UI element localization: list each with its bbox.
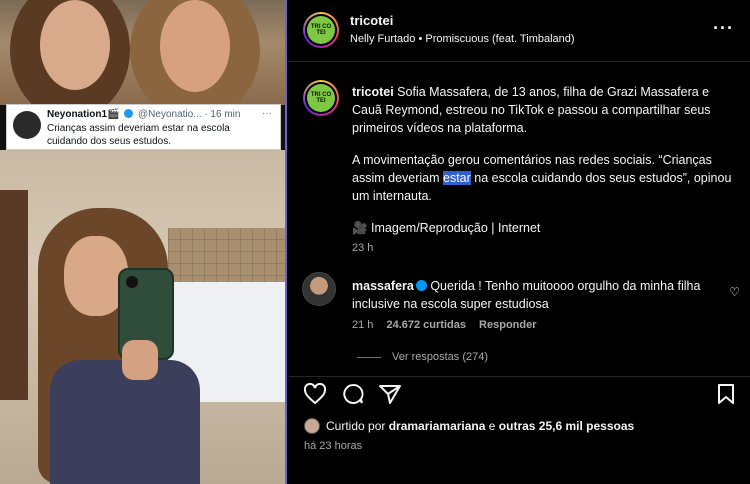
comment: massafera Querida ! Tenho muitoooo orgul… bbox=[352, 277, 722, 313]
tricotei-logo-small: TRI CO TEI bbox=[307, 84, 335, 112]
caption-time: 23 h bbox=[352, 242, 374, 254]
girl-body bbox=[50, 360, 200, 484]
replies-divider bbox=[357, 357, 381, 358]
headboard bbox=[168, 228, 285, 288]
caption-credit: Imagem/Reprodução | Internet bbox=[367, 221, 541, 235]
liked-middle: e bbox=[485, 419, 499, 433]
comment-username[interactable]: massafera bbox=[352, 279, 414, 293]
comment-like-heart-icon[interactable]: ♡ bbox=[729, 285, 740, 299]
tweet-more-icon: ··· bbox=[262, 108, 272, 119]
tweet-handle: @Neyonatio... bbox=[138, 109, 202, 120]
caption: tricotei Sofia Massafera, de 13 anos, fi… bbox=[352, 83, 738, 243]
comment-time: 21 h bbox=[352, 319, 374, 331]
top-photo bbox=[0, 0, 285, 120]
door bbox=[0, 190, 28, 400]
liked-others[interactable]: outras 25,6 mil pessoas bbox=[499, 419, 634, 433]
face-left bbox=[40, 0, 110, 90]
tweet-card: Neyonation1🎬 @Neyonatio... · 16 min ··· … bbox=[6, 104, 281, 150]
tricotei-logo: TRI CO TEI bbox=[307, 16, 335, 44]
actions-bar bbox=[289, 376, 750, 410]
caption-paragraph-1: Sofia Massafera, de 13 anos, filha de Gr… bbox=[352, 85, 711, 135]
audio-label[interactable]: Nelly Furtado • Promiscuous (feat. Timba… bbox=[350, 33, 575, 45]
posted-ago: há 23 horas bbox=[304, 440, 363, 452]
caption-avatar[interactable]: TRI CO TEI bbox=[303, 80, 339, 116]
view-replies-button[interactable]: Ver respostas (274) bbox=[392, 351, 488, 363]
tweet-text-line1: Crianças assim deveriam estar na escola bbox=[47, 123, 230, 134]
tweet-avatar bbox=[13, 111, 41, 139]
face-right bbox=[160, 0, 230, 92]
liked-prefix: Curtido por bbox=[326, 419, 389, 433]
verified-icon bbox=[124, 109, 134, 118]
tweet-header: Neyonation1🎬 @Neyonatio... · 16 min bbox=[47, 109, 240, 120]
hand bbox=[122, 340, 158, 380]
comment-icon[interactable] bbox=[341, 383, 365, 409]
caption-username[interactable]: tricotei bbox=[352, 85, 394, 99]
comment-avatar[interactable] bbox=[302, 272, 336, 306]
bookmark-icon[interactable] bbox=[716, 383, 736, 409]
verified-badge-icon bbox=[415, 280, 427, 291]
more-options-icon[interactable]: ··· bbox=[713, 18, 734, 39]
tweet-time: · 16 min bbox=[204, 109, 241, 120]
tweet-display-name: Neyonation1 bbox=[47, 109, 108, 120]
reply-button[interactable]: Responder bbox=[479, 319, 536, 331]
comment-likes[interactable]: 24.672 curtidas bbox=[386, 319, 466, 331]
clapper-emoji-icon: 🎬 bbox=[107, 109, 120, 120]
liked-by: Curtido por dramariamariana e outras 25,… bbox=[326, 419, 634, 433]
liked-by-avatar[interactable] bbox=[304, 418, 320, 434]
header-avatar[interactable]: TRI CO TEI bbox=[303, 12, 339, 48]
tweet-text: Crianças assim deveriam estar na escola … bbox=[47, 122, 230, 148]
phone-camera bbox=[126, 276, 138, 288]
share-icon[interactable] bbox=[378, 383, 402, 409]
highlighted-word: estar bbox=[443, 171, 471, 185]
post-panel: TRI CO TEI tricotei Nelly Furtado • Prom… bbox=[289, 0, 750, 484]
liked-user[interactable]: dramariamariana bbox=[389, 419, 486, 433]
tweet-text-line2: cuidando dos seus estudos. bbox=[47, 136, 171, 147]
header-username[interactable]: tricotei bbox=[350, 13, 393, 28]
heart-icon[interactable] bbox=[303, 382, 327, 409]
camera-emoji-icon: 🎥 bbox=[352, 221, 368, 235]
comment-meta: 21 h 24.672 curtidas Responder bbox=[352, 319, 537, 331]
post-media[interactable]: Neyonation1🎬 @Neyonatio... · 16 min ··· … bbox=[0, 0, 287, 484]
post-header: TRI CO TEI tricotei Nelly Furtado • Prom… bbox=[289, 0, 750, 62]
